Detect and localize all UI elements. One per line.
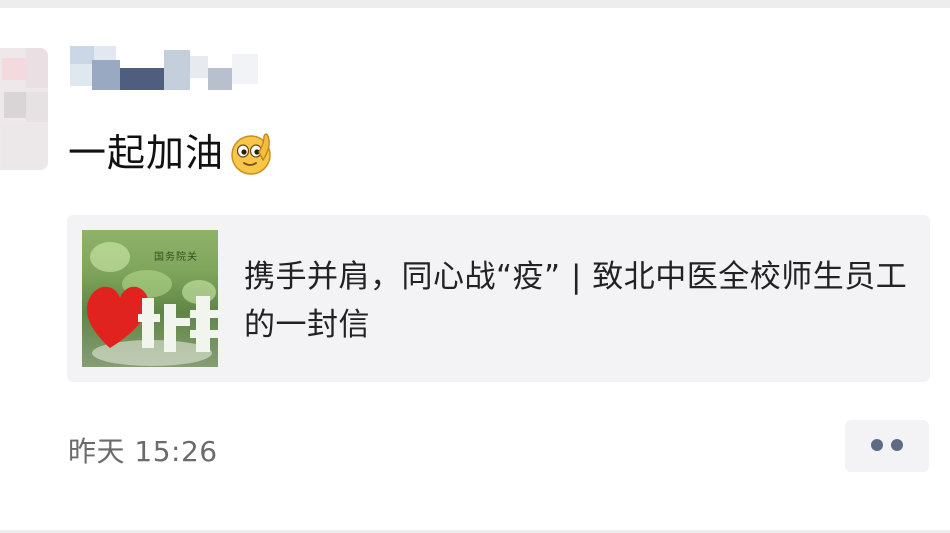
post-timestamp: 昨天 15:26 xyxy=(68,435,218,468)
post-text: 一起加油 xyxy=(68,128,278,178)
shared-link-card[interactable]: 国务院关 携手并肩，同心战“疫” | 致北中医全校师生员工的一封信 xyxy=(67,215,930,382)
heart-graphic xyxy=(86,286,218,352)
top-divider xyxy=(0,0,950,8)
link-thumbnail: 国务院关 xyxy=(82,230,218,367)
moments-post: 一起加油 国务院关 携手并肩，同心战“疫” | 致北中医全校师生员工的一封信 昨… xyxy=(0,0,950,533)
nickname-mosaic[interactable] xyxy=(70,46,270,94)
more-actions-button[interactable] xyxy=(845,420,929,472)
link-title: 携手并肩，同心战“疫” | 致北中医全校师生员工的一封信 xyxy=(244,259,908,343)
post-text-label: 一起加油 xyxy=(68,131,225,175)
smiling-face-emoji-icon xyxy=(228,128,278,178)
avatar[interactable] xyxy=(0,48,48,170)
